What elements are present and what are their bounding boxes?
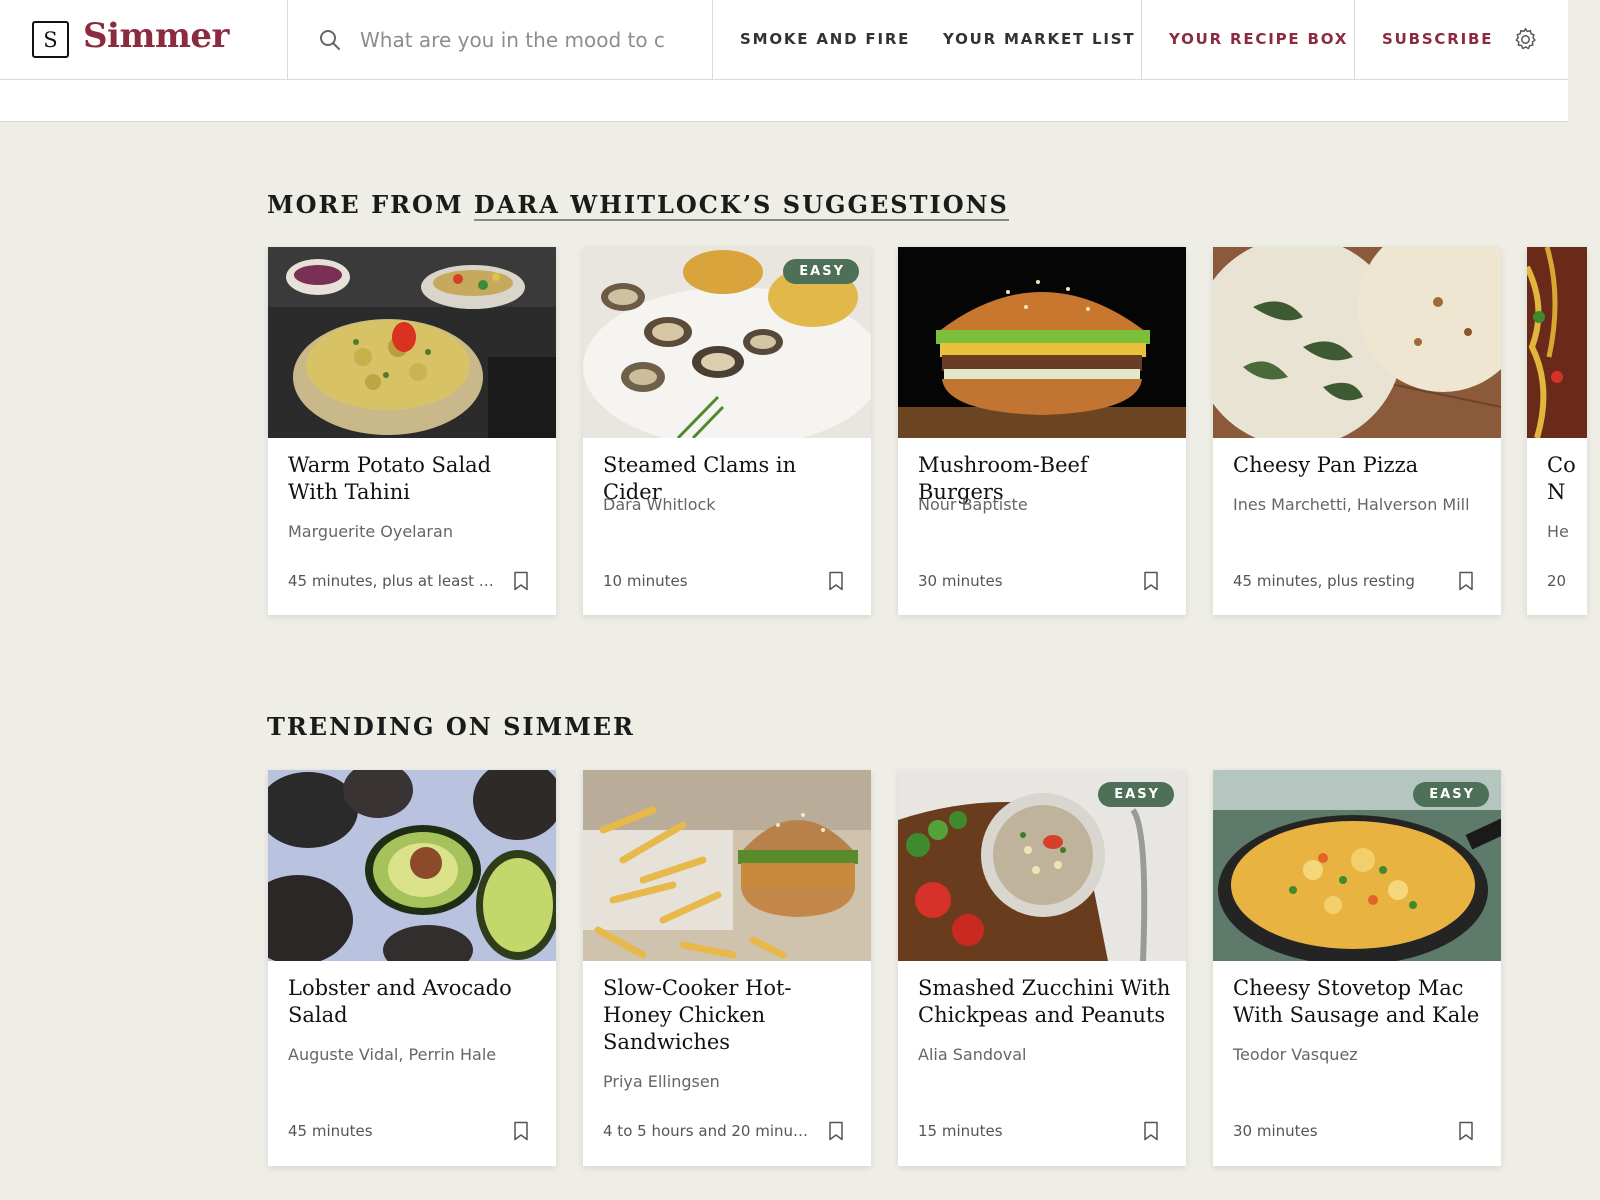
recipe-author: Ines Marchetti, Halverson Mill [1233, 495, 1470, 514]
bookmark-icon[interactable] [513, 571, 529, 591]
recipe-image [583, 770, 871, 961]
recipe-card[interactable]: Mushroom-Beef Burgers Nour Baptiste 30 m… [898, 247, 1186, 615]
site-header: S Simmer SMOKE AND FIRE YOUR MARKET LIST… [0, 0, 1568, 80]
bookmark-icon[interactable] [1458, 571, 1474, 591]
recipe-title[interactable]: Warm Potato Salad With Tahini [288, 452, 543, 506]
recipe-image [268, 247, 556, 438]
bookmark-icon[interactable] [513, 1121, 529, 1141]
recipe-title[interactable]: Slow-Cooker Hot-Honey Chicken Sandwiches [603, 975, 858, 1056]
recipe-time: 45 minutes [288, 1122, 373, 1140]
easy-badge: EASY [1413, 782, 1489, 807]
easy-badge: EASY [783, 259, 859, 284]
recipe-card[interactable]: Cheesy Pan Pizza Ines Marchetti, Halvers… [1213, 247, 1501, 615]
easy-badge: EASY [1098, 782, 1174, 807]
recipe-image: EASY [898, 770, 1186, 961]
search-icon[interactable] [318, 28, 342, 52]
bookmark-icon[interactable] [828, 571, 844, 591]
recipe-author: Teodor Vasquez [1233, 1045, 1358, 1064]
recipe-card[interactable]: EASY Cheesy Stovetop Mac With Sausage an… [1213, 770, 1501, 1166]
header-divider [1354, 0, 1355, 80]
bookmark-icon[interactable] [1143, 1121, 1159, 1141]
logo-mark[interactable]: S [32, 21, 69, 58]
recipe-time: 15 minutes [918, 1122, 1003, 1140]
site-logo[interactable]: Simmer [83, 16, 229, 56]
recipe-title[interactable]: Cheesy Pan Pizza [1233, 452, 1488, 479]
section-title-suggestions: MORE FROM DARA WHITLOCK’S SUGGESTIONS [267, 190, 1009, 221]
recipe-card[interactable]: Warm Potato Salad With Tahini Marguerite… [268, 247, 556, 615]
recipe-card[interactable]: Co N He 20 [1527, 247, 1587, 615]
recipe-time: 10 minutes [603, 572, 688, 590]
recipe-time: 30 minutes [1233, 1122, 1318, 1140]
recipe-image [268, 770, 556, 961]
bookmark-icon[interactable] [1458, 1121, 1474, 1141]
recipe-time: 45 minutes, plus at least a… [288, 572, 498, 590]
recipe-time: 45 minutes, plus resting [1233, 572, 1415, 590]
recipe-author: Dara Whitlock [603, 495, 716, 514]
recipe-image [1527, 247, 1587, 438]
nav-smoke-and-fire[interactable]: SMOKE AND FIRE [740, 30, 910, 48]
nav-recipe-box[interactable]: YOUR RECIPE BOX [1169, 30, 1348, 48]
recipe-title[interactable]: Co N [1547, 452, 1577, 506]
recipe-time: 4 to 5 hours and 20 minutes [603, 1122, 813, 1140]
recipe-title[interactable]: Lobster and Avocado Salad [288, 975, 543, 1029]
header-divider [287, 0, 288, 80]
recipe-card[interactable]: EASY Steamed Clams in Cider Dara Whitloc… [583, 247, 871, 615]
recipe-time: 20 [1547, 572, 1567, 590]
subscribe-link[interactable]: SUBSCRIBE [1382, 30, 1493, 48]
recipe-image [1213, 247, 1501, 438]
recipe-card[interactable]: EASY Smashed Zucchini With Chickpeas and… [898, 770, 1186, 1166]
bookmark-icon[interactable] [828, 1121, 844, 1141]
recipe-author: Alia Sandoval [918, 1045, 1027, 1064]
recipe-image [898, 247, 1186, 438]
suggestions-author-link[interactable]: DARA WHITLOCK’S SUGGESTIONS [473, 190, 1009, 221]
recipe-author: Marguerite Oyelaran [288, 522, 453, 541]
header-divider [712, 0, 713, 80]
recipe-card[interactable]: Slow-Cooker Hot-Honey Chicken Sandwiches… [583, 770, 871, 1166]
recipe-author: He [1547, 522, 1569, 541]
recipe-image: EASY [1213, 770, 1501, 961]
recipe-author: Auguste Vidal, Perrin Hale [288, 1045, 497, 1064]
section-title-trending: TRENDING ON SIMMER [267, 712, 635, 741]
search-input[interactable] [360, 24, 666, 56]
recipe-title[interactable]: Cheesy Stovetop Mac With Sausage and Kal… [1233, 975, 1488, 1029]
section-title-prefix: MORE FROM [267, 190, 464, 219]
header-divider [1141, 0, 1142, 80]
recipe-title[interactable]: Smashed Zucchini With Chickpeas and Pean… [918, 975, 1173, 1029]
recipe-time: 30 minutes [918, 572, 1003, 590]
recipe-author: Nour Baptiste [918, 495, 1028, 514]
bookmark-icon[interactable] [1143, 571, 1159, 591]
secondary-bar [0, 80, 1568, 122]
recipe-author: Priya Ellingsen [603, 1072, 720, 1091]
nav-market-list[interactable]: YOUR MARKET LIST [943, 30, 1135, 48]
recipe-card[interactable]: Lobster and Avocado Salad Auguste Vidal,… [268, 770, 556, 1166]
gear-icon[interactable] [1512, 26, 1539, 53]
recipe-image: EASY [583, 247, 871, 438]
